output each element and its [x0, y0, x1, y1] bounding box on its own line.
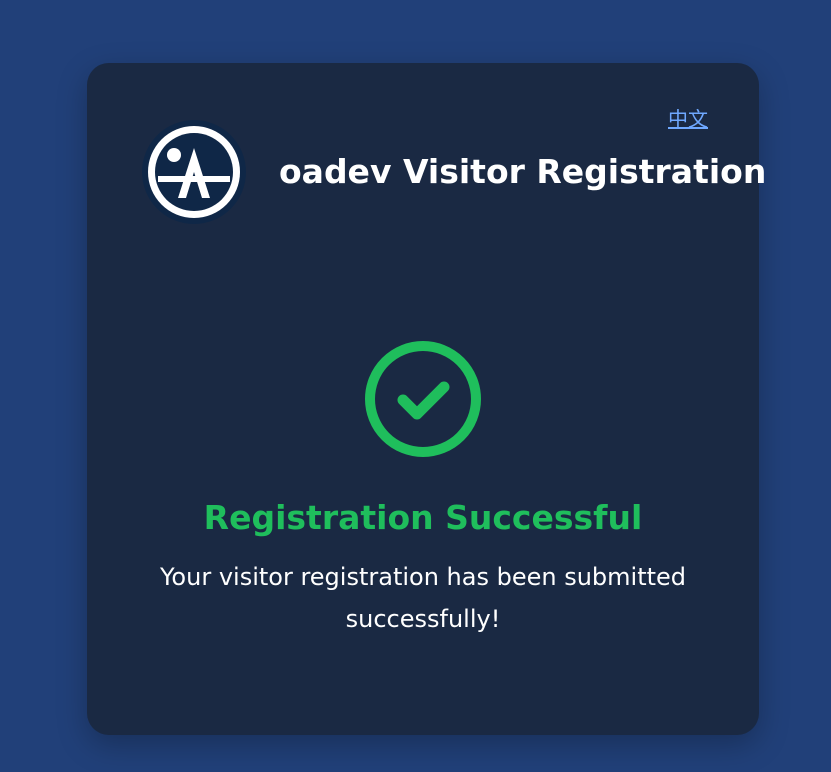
language-switch-link[interactable]: 中文: [668, 103, 708, 132]
success-message: Your visitor registration has been submi…: [159, 563, 687, 633]
check-circle-icon: [362, 338, 484, 460]
oadev-logo: [140, 118, 248, 226]
registration-card: 中文 oadev Visitor Registration Registrati…: [87, 63, 766, 735]
page-title: oadev Visitor Registration: [279, 152, 767, 191]
success-title: Registration Successful: [203, 498, 643, 537]
